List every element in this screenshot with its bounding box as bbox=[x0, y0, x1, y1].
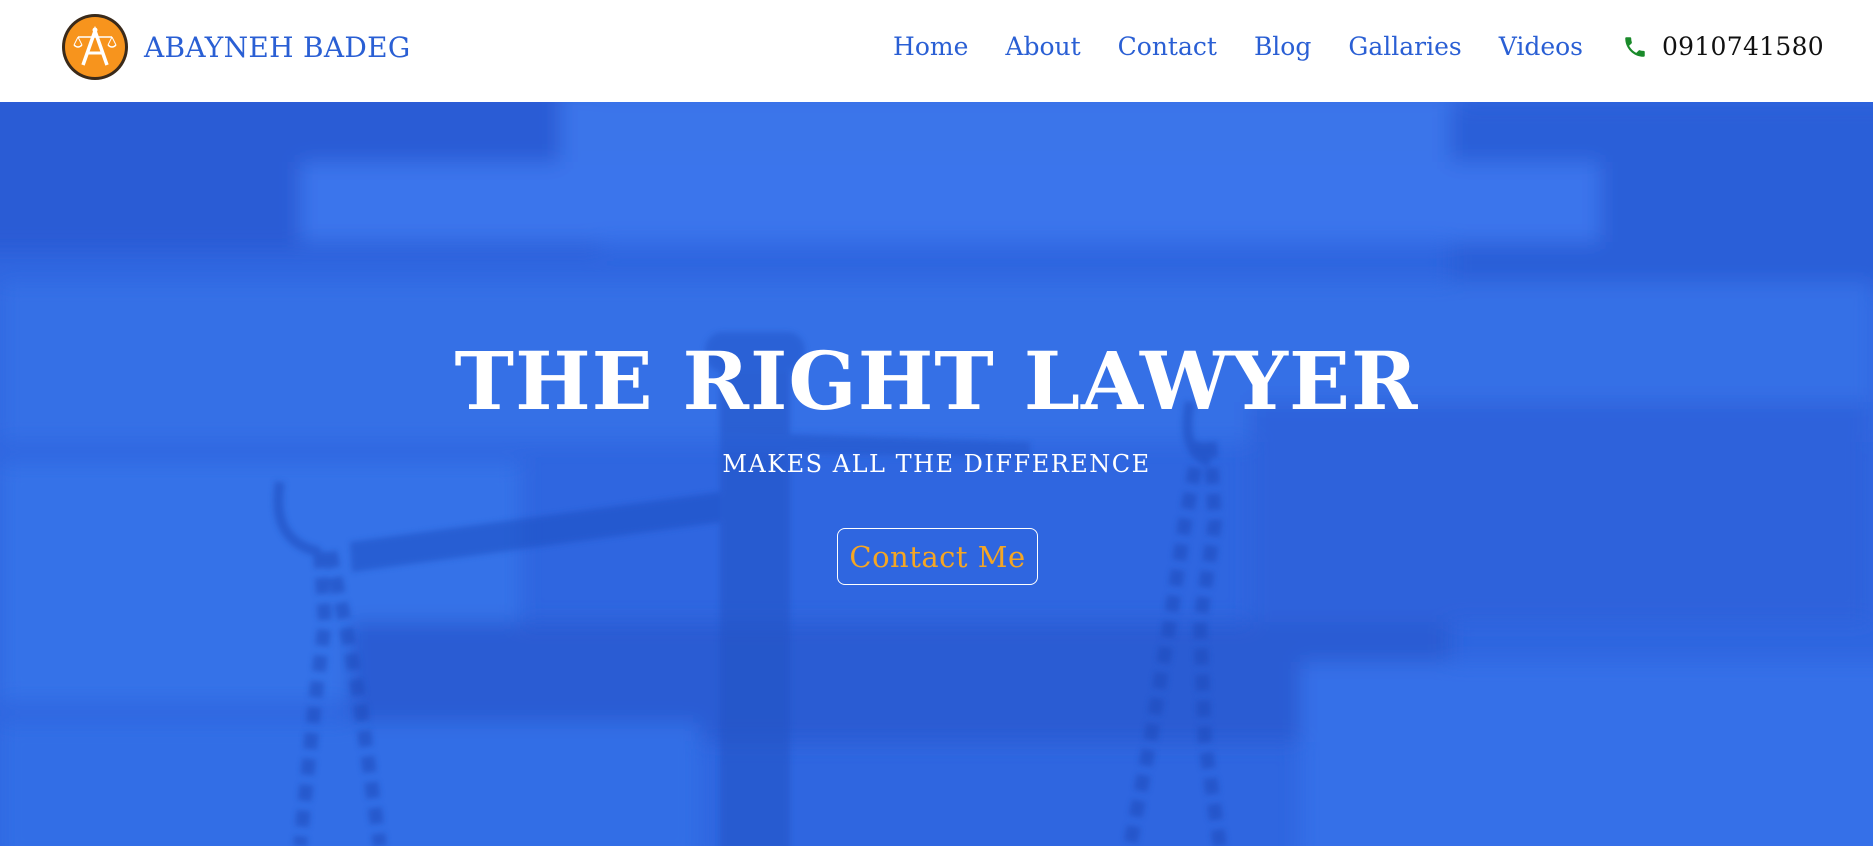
hero-content: THE RIGHT LAWYER MAKES ALL THE DIFFERENC… bbox=[0, 102, 1873, 846]
nav-link-home[interactable]: Home bbox=[893, 32, 968, 61]
phone-icon bbox=[1625, 36, 1645, 57]
phone-contact[interactable]: 0910741580 bbox=[1622, 32, 1824, 61]
main-nav: Home About Contact Blog Gallaries Videos bbox=[893, 32, 1583, 61]
hero-section: THE RIGHT LAWYER MAKES ALL THE DIFFERENC… bbox=[0, 102, 1873, 846]
brand-name[interactable]: ABAYNEH BADEG bbox=[144, 31, 411, 64]
phone-number: 0910741580 bbox=[1661, 32, 1824, 61]
logo-icon[interactable] bbox=[61, 13, 129, 81]
nav-link-about[interactable]: About bbox=[1005, 32, 1080, 61]
contact-me-button[interactable]: Contact Me bbox=[837, 528, 1038, 585]
nav-link-blog[interactable]: Blog bbox=[1254, 32, 1311, 61]
hero-title: THE RIGHT LAWYER bbox=[454, 334, 1419, 428]
nav-link-videos[interactable]: Videos bbox=[1499, 32, 1583, 61]
site-header: ABAYNEH BADEG Home About Contact Blog Ga… bbox=[0, 0, 1873, 102]
nav-link-gallaries[interactable]: Gallaries bbox=[1348, 32, 1461, 61]
nav-link-contact[interactable]: Contact bbox=[1118, 32, 1217, 61]
hero-subtitle: MAKES ALL THE DIFFERENCE bbox=[722, 450, 1151, 478]
